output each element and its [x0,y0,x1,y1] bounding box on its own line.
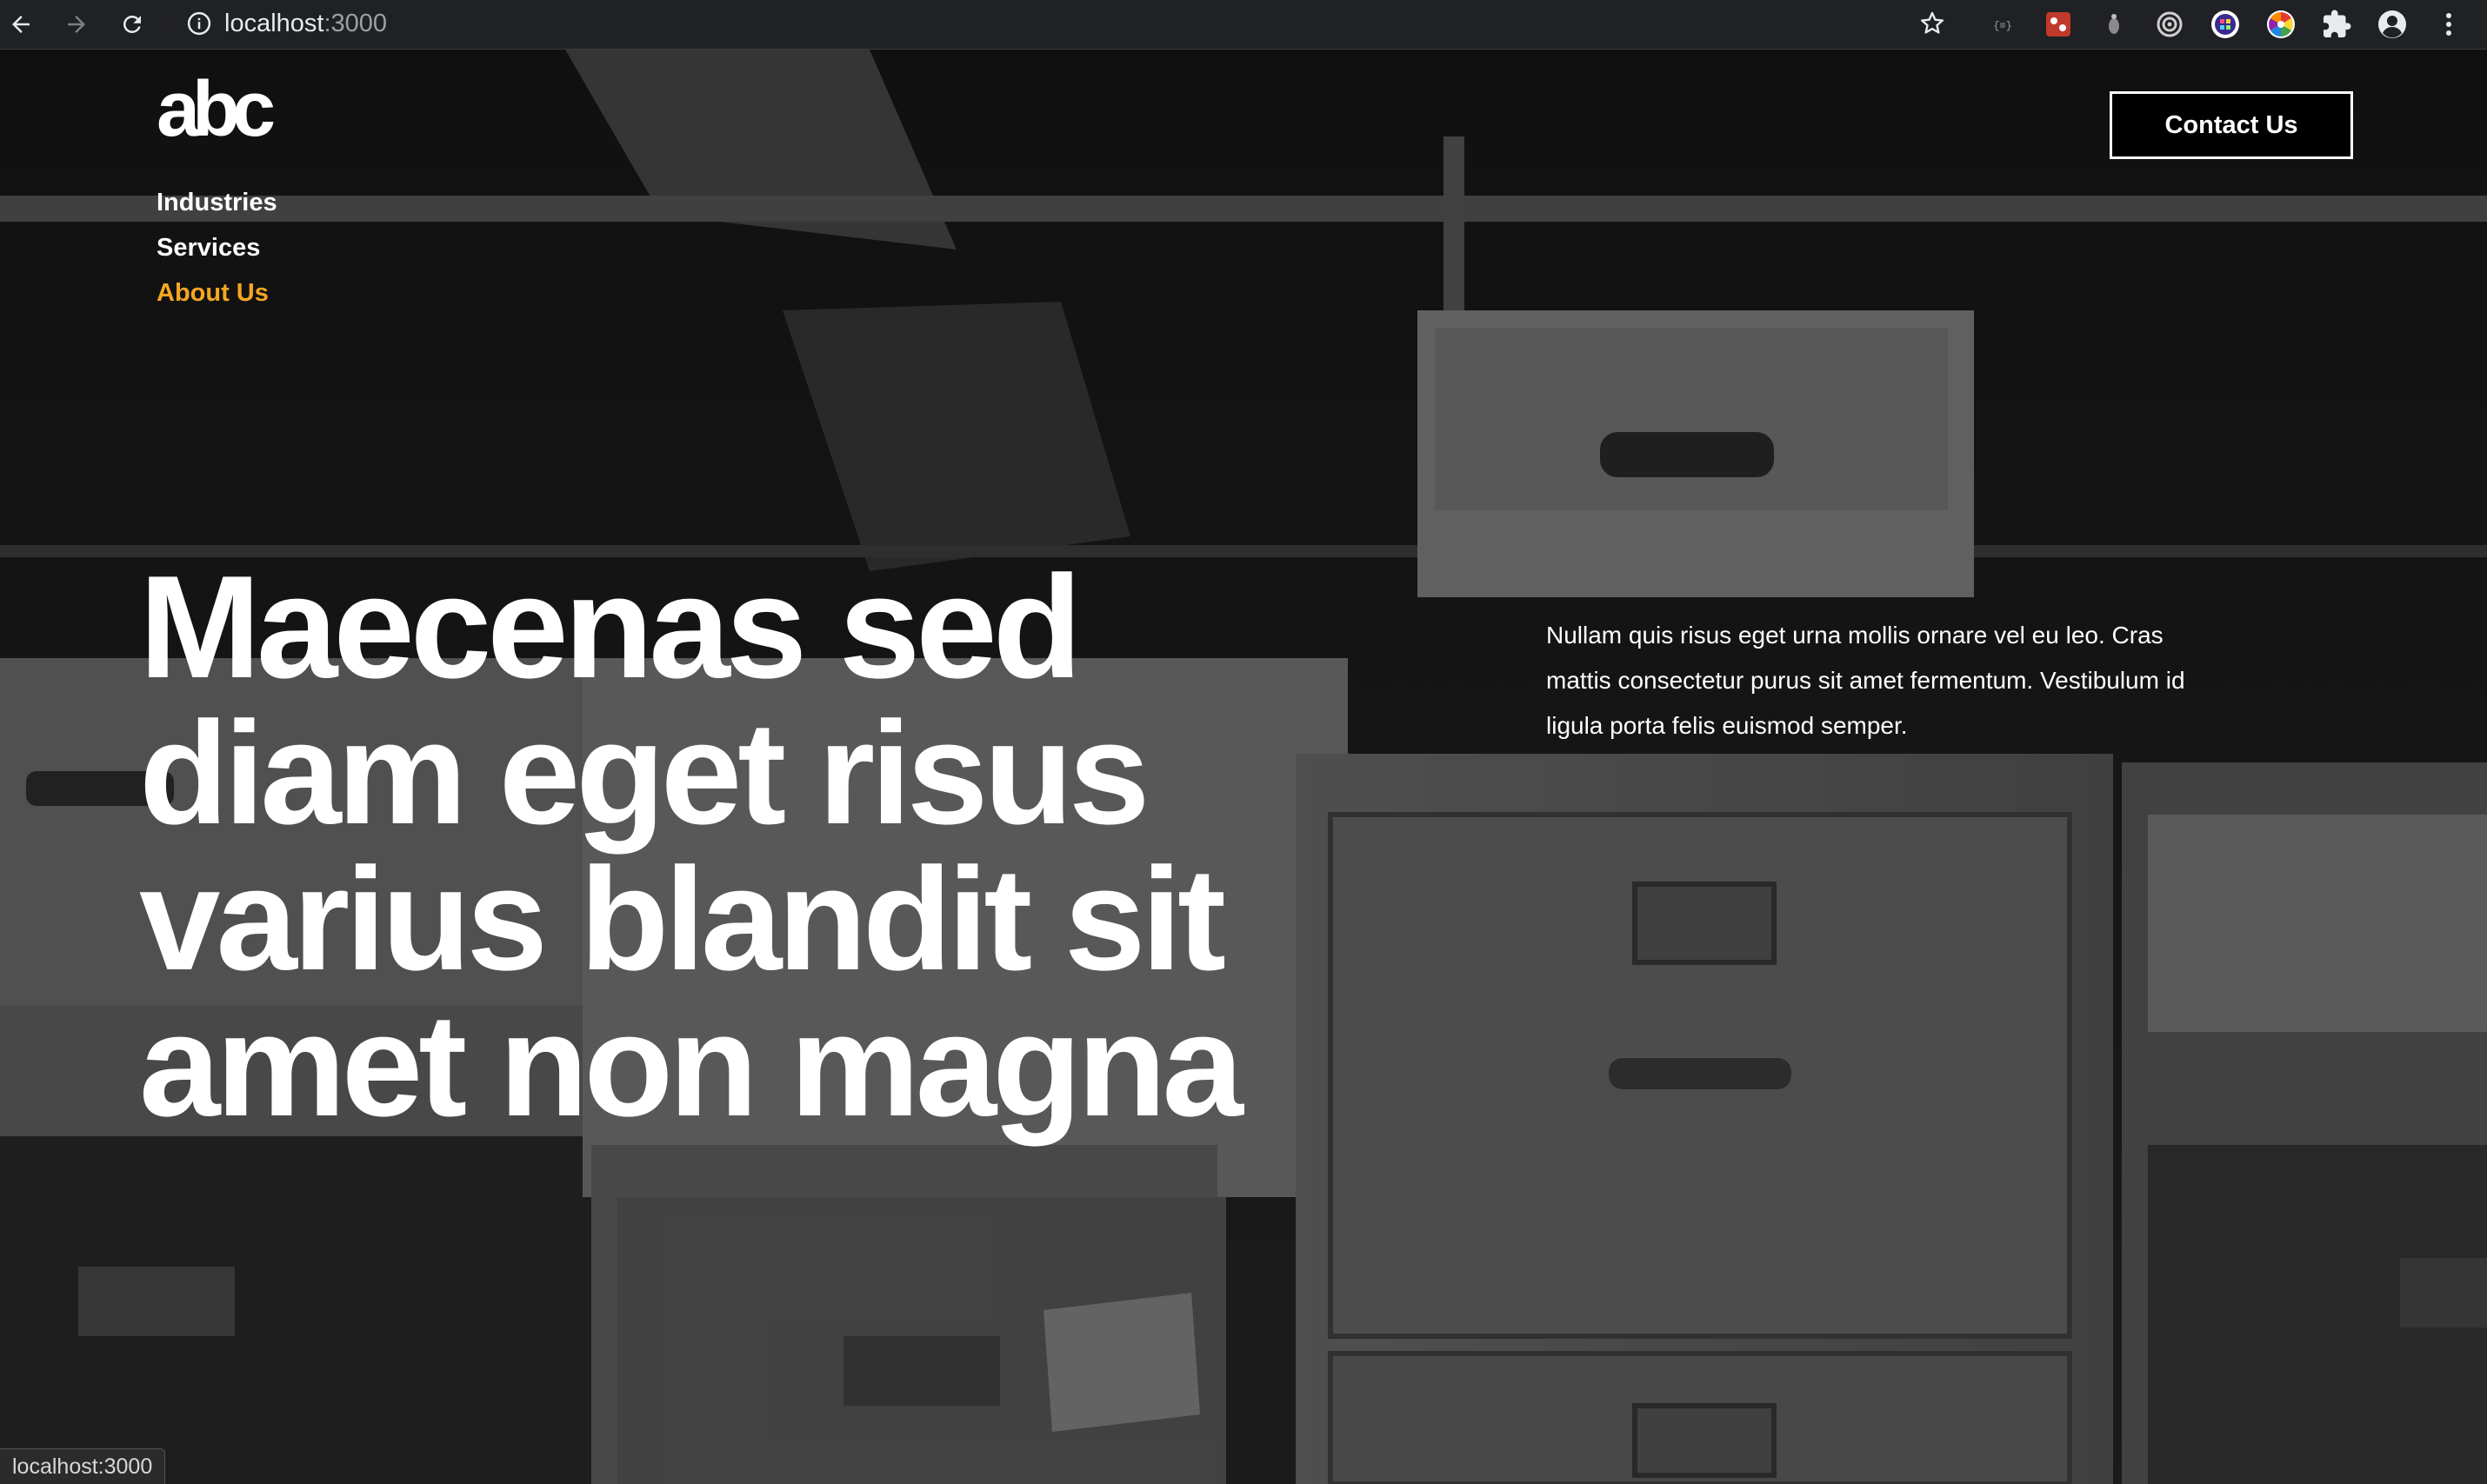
color-wheel-extension-icon[interactable] [2264,7,2298,42]
red-extension-icon[interactable] [2041,7,2076,42]
hero-description: Nullam quis risus eget urna mollis ornar… [1546,622,2185,739]
nav-industries[interactable]: Industries [157,180,277,225]
url-host: localhost [224,9,324,37]
forward-icon[interactable] [57,5,96,43]
svg-text:{≡}: {≡} [1993,20,2012,32]
puzzle-icon[interactable] [2319,7,2354,42]
address-bar[interactable]: localhost:3000 [170,3,1965,44]
contact-us-button[interactable]: Contact Us [2110,91,2353,159]
reload-icon[interactable] [113,5,151,43]
json-viewer-icon[interactable]: {≡} [1985,7,2020,42]
nav-services[interactable]: Services [157,225,277,270]
main-nav: Industries Services About Us [157,180,277,316]
purple-extension-icon[interactable] [2208,7,2243,42]
bookmark-star-icon[interactable] [1918,10,1946,37]
hero-title: Maecenas sed diam eget risus varius blan… [139,545,1244,1147]
target-extension-icon[interactable] [2152,7,2187,42]
site-logo[interactable]: abc [157,70,276,149]
nav-about-us[interactable]: About Us [157,270,277,316]
kebab-menu-icon[interactable] [2431,7,2466,42]
profile-icon[interactable] [2375,7,2410,42]
browser-toolbar: localhost:3000 {≡} [0,0,2487,50]
site-info-icon[interactable] [186,10,212,37]
gray-extension-icon[interactable] [2097,7,2131,42]
url-port: :3000 [323,9,388,37]
status-bar-url: localhost:3000 [0,1448,166,1484]
page-viewport: abc Industries Services About Us Contact… [0,50,2487,1484]
back-icon[interactable] [2,5,40,43]
